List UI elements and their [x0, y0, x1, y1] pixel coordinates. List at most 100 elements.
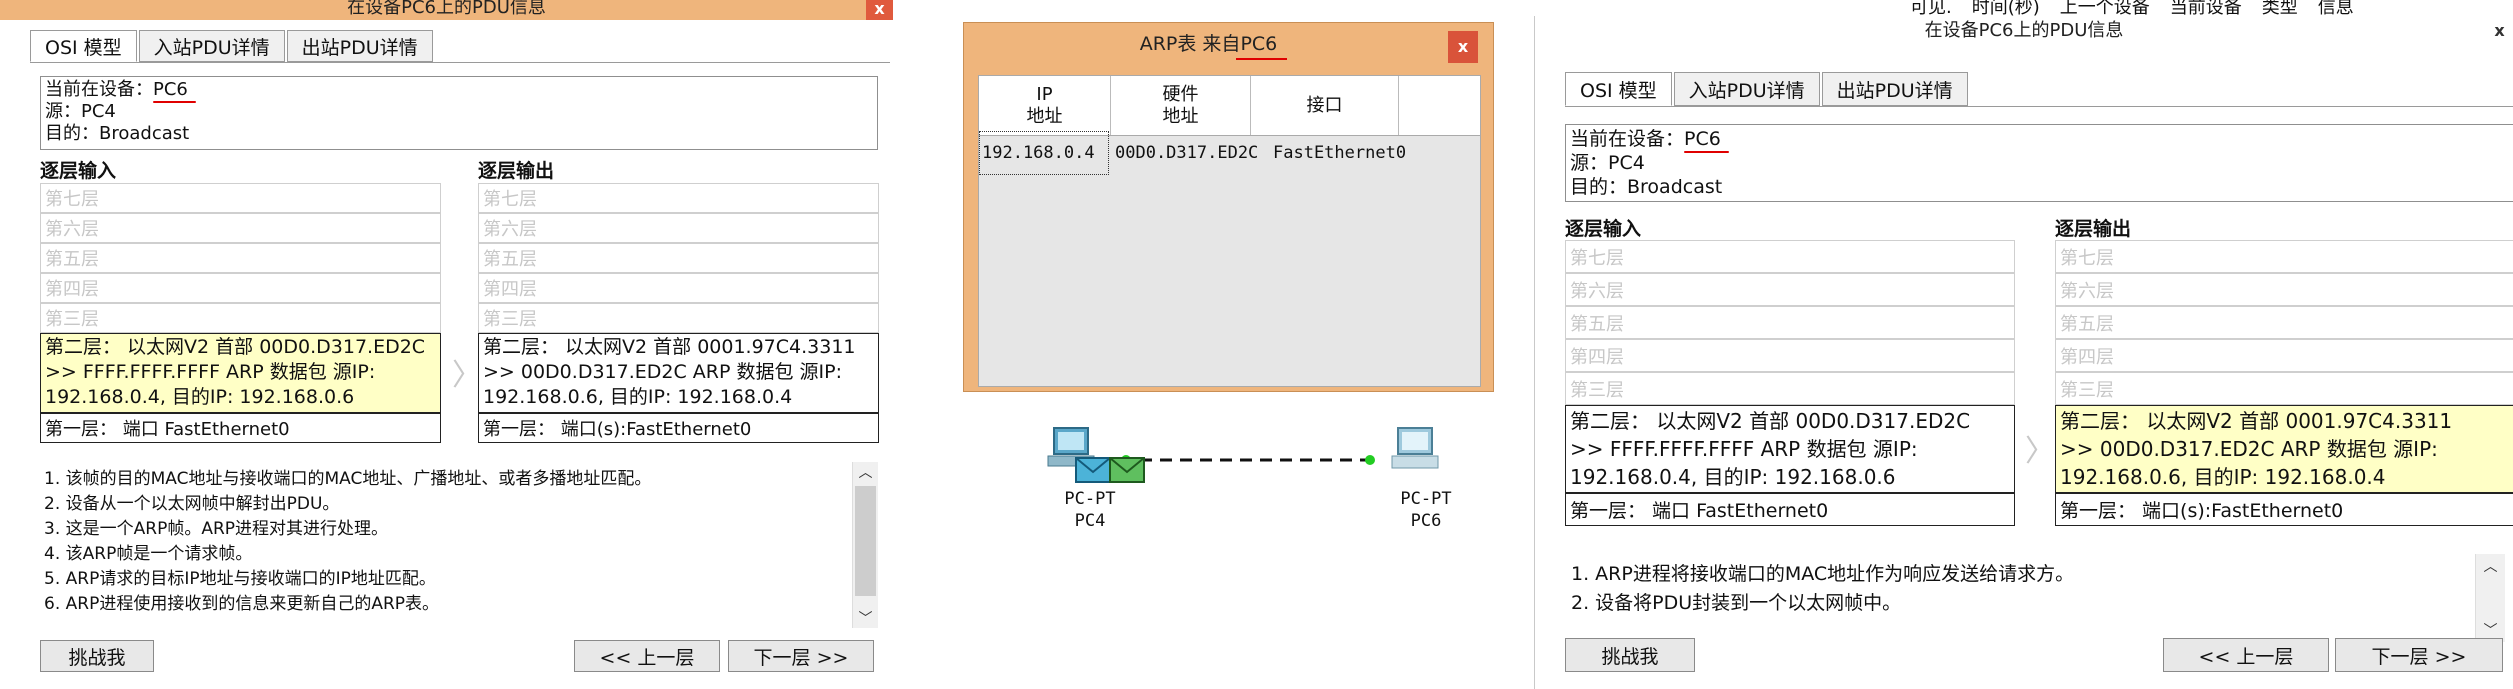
out-layer-6[interactable]: 第六层 — [478, 213, 879, 243]
out-layer-2[interactable]: 第二层： 以太网V2 首部 0001.97C4.3311 >> 00D0.D31… — [2055, 405, 2513, 493]
in-layer-7[interactable]: 第七层 — [40, 183, 441, 213]
header-ip-address[interactable]: IP 地址 — [979, 76, 1111, 135]
out-layer-3[interactable]: 第三层 — [2055, 372, 2513, 405]
current-device-label: 当前在设备： — [1570, 128, 1685, 150]
in-layer-3[interactable]: 第三层 — [40, 303, 441, 333]
description-scrollbar[interactable]: ︿ ﹀ — [852, 462, 878, 628]
in-layer-2[interactable]: 第二层： 以太网V2 首部 00D0.D317.ED2C >> FFFF.FFF… — [40, 333, 441, 413]
out-layer-6[interactable]: 第六层 — [2055, 273, 2513, 306]
out-layers-heading: 逐层输出 — [2055, 218, 2132, 240]
in-layer-2-line-2: >> FFFF.FFFF.FFFF ARP 数据包 源IP: — [1570, 437, 1918, 461]
in-layer-2-line-2: >> FFFF.FFFF.FFFF ARP 数据包 源IP: — [45, 361, 376, 383]
scroll-up-icon[interactable]: ︿ — [2476, 556, 2505, 576]
close-button[interactable]: x — [1448, 31, 1478, 63]
next-layer-button[interactable]: 下一层 >> — [2335, 638, 2503, 672]
out-layer-7[interactable]: 第七层 — [2055, 240, 2513, 273]
window-title: 在设备PC6上的PDU信息 — [347, 0, 546, 18]
in-layer-5[interactable]: 第五层 — [40, 243, 441, 273]
current-device-label: 当前在设备： — [45, 79, 153, 100]
tab-outbound-pdu[interactable]: 出站PDU详情 — [1821, 72, 1968, 106]
event-col-current-device[interactable]: 当前设备 — [2170, 0, 2242, 18]
pdu-info-window-right: 在设备PC6上的PDU信息 x OSI 模型 入站PDU详情 出站PDU详情 当… — [1534, 16, 2513, 689]
tab-osi-model[interactable]: OSI 模型 — [1565, 72, 1672, 106]
pc6-icon[interactable] — [1391, 427, 1439, 469]
device-info-box: 当前在设备：PC6 源：PC4 目的：Broadcast — [1565, 124, 2513, 202]
tab-outbound-pdu[interactable]: 出站PDU详情 — [286, 30, 433, 62]
pc6-label: PC-PT PC6 — [1386, 488, 1466, 532]
out-layer-1[interactable]: 第一层： 端口(s):FastEthernet0 — [2055, 493, 2513, 526]
tab-osi-model[interactable]: OSI 模型 — [30, 30, 137, 62]
device-info-box: 当前在设备：PC6 源：PC4 目的：Broadcast — [40, 76, 878, 150]
previous-layer-button[interactable]: << 上一层 — [574, 640, 720, 672]
header-hardware-address[interactable]: 硬件 地址 — [1111, 76, 1251, 135]
out-layer-2-line-3: 192.168.0.6, 目的IP: 192.168.0.4 — [2060, 465, 2386, 489]
event-col-type[interactable]: 类型 — [2262, 0, 2298, 18]
header-filler — [1399, 76, 1439, 135]
header-interface[interactable]: 接口 — [1251, 76, 1399, 135]
out-layer-5[interactable]: 第五层 — [2055, 306, 2513, 339]
in-layer-2[interactable]: 第二层： 以太网V2 首部 00D0.D317.ED2C >> FFFF.FFF… — [1565, 405, 2015, 493]
out-layer-4[interactable]: 第四层 — [2055, 339, 2513, 372]
tab-inbound-pdu[interactable]: 入站PDU详情 — [138, 30, 285, 62]
event-col-info[interactable]: 信息 — [2318, 0, 2354, 18]
window-title: 在设备PC6上的PDU信息 — [1924, 20, 2124, 41]
previous-layer-button[interactable]: << 上一层 — [2163, 638, 2329, 672]
close-button[interactable]: x — [2485, 16, 2513, 46]
cell-interface[interactable]: FastEthernet0 — [1273, 143, 1433, 163]
out-layer-2[interactable]: 第二层： 以太网V2 首部 0001.97C4.3311 >> 00D0.D31… — [478, 333, 879, 413]
close-button[interactable]: x — [866, 0, 893, 20]
current-device-line: 当前在设备：PC6 — [45, 79, 873, 101]
in-layer-4[interactable]: 第四层 — [40, 273, 441, 303]
challenge-button[interactable]: 挑战我 — [1565, 638, 1695, 672]
in-layer-1[interactable]: 第一层： 端口 FastEthernet0 — [1565, 493, 2015, 526]
out-layer-4[interactable]: 第四层 — [478, 273, 879, 303]
tab-bar: OSI 模型 入站PDU详情 出站PDU详情 — [30, 30, 435, 62]
current-device-value: PC6 — [153, 79, 188, 100]
in-layer-6[interactable]: 第六层 — [1565, 273, 2015, 306]
in-layer-4[interactable]: 第四层 — [1565, 339, 2015, 372]
scroll-thumb[interactable] — [855, 486, 876, 596]
out-layer-3[interactable]: 第三层 — [478, 303, 879, 333]
challenge-button[interactable]: 挑战我 — [40, 640, 154, 672]
scroll-down-icon[interactable]: ﹀ — [853, 608, 878, 628]
tab-inbound-pdu[interactable]: 入站PDU详情 — [1673, 72, 1820, 106]
event-col-last-device[interactable]: 上一个设备 — [2060, 0, 2150, 18]
event-col-time[interactable]: 时间(秒) — [1972, 0, 2040, 18]
out-layer-1[interactable]: 第一层： 端口(s):FastEthernet0 — [478, 413, 879, 443]
arp-table: IP 地址 硬件 地址 接口 192.168.0.4 00D0.D317.ED2C … — [978, 75, 1481, 387]
description-line-2: 2. 设备从一个以太网帧中解封出PDU。 — [44, 494, 340, 514]
tab-underline — [1565, 106, 2513, 107]
pdu-envelope-green-icon[interactable] — [1109, 457, 1145, 483]
cell-ip[interactable]: 192.168.0.4 — [979, 130, 1109, 175]
in-layer-1[interactable]: 第一层： 端口 FastEthernet0 — [40, 413, 441, 443]
out-layer-2-line-1: 第二层： 以太网V2 首部 0001.97C4.3311 — [483, 336, 856, 358]
tab-bar: OSI 模型 入站PDU详情 出站PDU详情 — [1565, 72, 1970, 106]
out-layer-7[interactable]: 第七层 — [478, 183, 879, 213]
description-line-3: 3. 这是一个ARP帧。ARP进程对其进行处理。 — [44, 519, 389, 539]
in-layers-heading: 逐层输入 — [1565, 218, 1642, 240]
description-line-4: 4. 该ARP帧是一个请求帧。 — [44, 544, 253, 564]
out-layer-2-line-3: 192.168.0.6, 目的IP: 192.168.0.4 — [483, 386, 793, 408]
description-list: 1. ARP进程将接收端口的MAC地址作为响应发送给请求方。 2. 设备将PDU… — [1571, 560, 2451, 618]
pc6-type: PC-PT — [1400, 489, 1452, 509]
in-layer-6[interactable]: 第六层 — [40, 213, 441, 243]
scroll-down-icon[interactable]: ﹀ — [2476, 620, 2505, 640]
out-layer-2-line-2: >> 00D0.D317.ED2C ARP 数据包 源IP: — [2060, 437, 2438, 461]
header-ip-line-2: 地址 — [1026, 105, 1063, 127]
table-row[interactable]: 192.168.0.4 00D0.D317.ED2C FastEthernet0 — [979, 130, 1433, 175]
cell-mac[interactable]: 00D0.D317.ED2C — [1109, 143, 1273, 163]
in-layer-3[interactable]: 第三层 — [1565, 372, 2015, 405]
out-layer-5[interactable]: 第五层 — [478, 243, 879, 273]
pdu-envelope-icon[interactable] — [1075, 457, 1111, 483]
in-layer-2-text: 第二层： 以太网V2 首部 00D0.D317.ED2C >> FFFF.FFF… — [45, 335, 425, 410]
event-col-visible[interactable]: 可见. — [1910, 0, 1952, 18]
window-titlebar: 在设备PC6上的PDU信息 — [1535, 16, 2513, 46]
in-layer-7[interactable]: 第七层 — [1565, 240, 2015, 273]
current-device-line: 当前在设备：PC6 — [1570, 127, 2509, 151]
scroll-up-icon[interactable]: ︿ — [853, 462, 878, 482]
description-scrollbar[interactable]: ︿ ﹀ — [2475, 554, 2505, 642]
next-layer-button[interactable]: 下一层 >> — [728, 640, 874, 672]
arp-title-device: PC6 — [1240, 33, 1278, 55]
description-line-5: 5. ARP请求的目标IP地址与接收端口的IP地址匹配。 — [44, 569, 436, 589]
in-layer-5[interactable]: 第五层 — [1565, 306, 2015, 339]
